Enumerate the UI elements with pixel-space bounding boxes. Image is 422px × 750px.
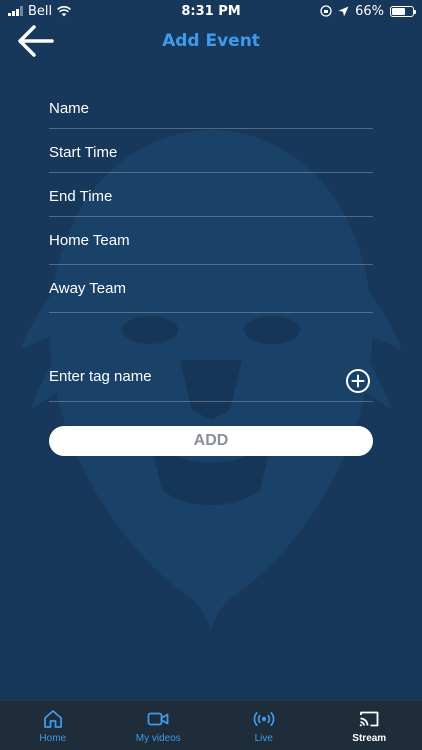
tab-home[interactable]: Home <box>0 701 106 750</box>
broadcast-icon <box>253 711 275 727</box>
away-team-field <box>49 278 373 313</box>
tab-bar: Home My videos Live Stream <box>0 700 422 750</box>
cast-icon <box>359 711 379 727</box>
carrier-name: Bell <box>28 3 53 19</box>
tab-my-videos[interactable]: My videos <box>106 701 212 750</box>
home-team-field <box>49 230 373 265</box>
home-team-input[interactable] <box>49 232 373 249</box>
signal-icon <box>8 6 23 16</box>
name-input[interactable] <box>49 100 373 117</box>
home-icon <box>43 710 62 728</box>
name-field <box>49 98 373 129</box>
tab-stream-label: Stream <box>352 733 387 744</box>
tab-live-label: Live <box>254 733 273 744</box>
header: Add Event <box>0 22 422 62</box>
add-tag-button[interactable] <box>345 368 371 394</box>
plus-circle-icon <box>346 369 370 393</box>
start-time-input[interactable] <box>49 144 373 161</box>
status-bar: Bell 8:31 PM 66% <box>0 0 422 22</box>
add-button[interactable]: ADD <box>49 426 373 456</box>
away-team-input[interactable] <box>49 280 373 297</box>
video-camera-icon <box>147 712 169 726</box>
battery-percent: 66% <box>355 3 384 19</box>
screen-lock-icon <box>320 5 332 17</box>
location-icon <box>338 6 349 16</box>
status-time: 8:31 PM <box>181 3 241 19</box>
start-time-field <box>49 142 373 173</box>
tab-home-label: Home <box>39 733 67 744</box>
battery-icon <box>390 5 416 17</box>
end-time-field <box>49 186 373 217</box>
tab-live[interactable]: Live <box>211 701 317 750</box>
tag-input[interactable] <box>49 368 373 385</box>
wifi-icon <box>57 5 72 16</box>
end-time-input[interactable] <box>49 188 373 205</box>
tab-stream[interactable]: Stream <box>317 701 422 750</box>
tab-my-videos-label: My videos <box>135 733 181 744</box>
page-title: Add Event <box>162 31 260 51</box>
tag-field <box>49 364 373 402</box>
